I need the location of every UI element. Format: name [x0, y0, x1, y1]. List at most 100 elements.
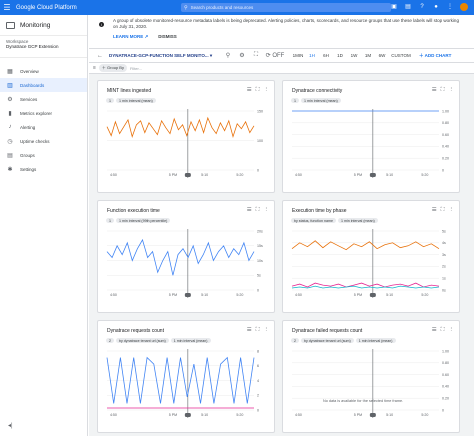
- range-6h[interactable]: 6H: [319, 53, 333, 58]
- range-1w[interactable]: 1W: [347, 53, 361, 58]
- chart-svg: 8 6 4 2 0 4:50 5 PM 5:10 5:20: [106, 349, 259, 418]
- sidebar-item-label: Uptime checks: [20, 138, 50, 144]
- y-tick-label: 3s: [442, 253, 446, 257]
- dashboard-name-dropdown[interactable]: DYNATRACE-GCP-FUNCTION SELF MONITO... ▾: [109, 53, 221, 59]
- filter-icon[interactable]: ≡: [93, 65, 96, 71]
- avatar[interactable]: [460, 3, 468, 11]
- x-tick-label: 5:10: [201, 173, 208, 177]
- add-chart-button[interactable]: ＋ ADD CHART: [419, 53, 451, 59]
- sidebar-item-services[interactable]: ⚙ Services: [0, 92, 87, 106]
- y-tick-label: 0: [442, 168, 444, 172]
- range-6w[interactable]: 6W: [375, 53, 389, 58]
- workspace-name: Dynatrace GCP Extension: [6, 44, 59, 49]
- y-tick-label: 0: [257, 168, 259, 172]
- x-tick-label: 5 PM: [354, 413, 362, 417]
- series-line-0: [106, 116, 255, 139]
- sidebar-item-overview[interactable]: ▦ Overview: [0, 64, 87, 78]
- learn-more-link[interactable]: LEARN MORE ↗: [113, 34, 148, 40]
- y-tick-label: 0: [257, 408, 259, 412]
- range-1d[interactable]: 1D: [333, 53, 347, 58]
- y-tick-label: 0.20: [442, 157, 449, 161]
- workspace-selector[interactable]: Workspace Dynatrace GCP Extension: [0, 36, 87, 58]
- y-tick-label: 20s: [257, 229, 263, 233]
- sidebar-item-label: Services: [20, 96, 38, 102]
- main-content: i A group of obsolete monitored-resource…: [89, 15, 474, 436]
- dismiss-button[interactable]: DISMISS: [158, 34, 177, 40]
- filter-input[interactable]: Filter...: [130, 66, 142, 71]
- hamburger-menu-icon[interactable]: ☰: [0, 0, 14, 15]
- x-tick-label: 5 PM: [169, 413, 177, 417]
- y-tick-label: 2s: [442, 265, 446, 269]
- notifications-icon[interactable]: ●: [432, 3, 440, 11]
- help-icon[interactable]: ?: [418, 3, 426, 11]
- filter-bar: ≡ ＋ Group By Filter...: [89, 63, 474, 74]
- x-tick-label: 5 PM: [354, 293, 362, 297]
- chart-card: MINT lines ingested ☰ ⛶ ⋮ 1 1 min interval (m…: [97, 80, 275, 193]
- chart-card: Dynatrace requests count ☰ ⛶ ⋮ 2 by dynatrace…: [97, 320, 275, 433]
- gift-icon[interactable]: ▣: [390, 3, 398, 11]
- chart-card: Execution time by phase ☰ ⛶ ⋮ by status, fun…: [282, 200, 460, 313]
- series-line-0: [106, 238, 255, 276]
- x-tick-label: 4:50: [295, 173, 302, 177]
- banner-text: A group of obsolete monitored-resource m…: [113, 18, 459, 29]
- time-brush-handle: [184, 413, 191, 417]
- y-tick-label: 0.80: [442, 121, 449, 125]
- x-tick-label: 5:20: [236, 173, 243, 177]
- x-tick-label: 5:20: [236, 413, 243, 417]
- chart-card: Dynatrace failed requests count ☰ ⛶ ⋮ 2 by dy…: [282, 320, 460, 433]
- dashboard-toolbar: ← DYNATRACE-GCP-FUNCTION SELF MONITO... …: [89, 49, 474, 63]
- x-tick-label: 4:50: [110, 413, 117, 417]
- auto-refresh-icon[interactable]: ⟳ OFF: [263, 52, 287, 59]
- range-1m[interactable]: 1M: [361, 53, 375, 58]
- sidebar-item-label: Alerting: [20, 124, 36, 130]
- sidebar-item-uptime-checks[interactable]: ◷ Uptime checks: [0, 134, 87, 148]
- top-bar: ☰ Google Cloud Platform ⚲ Search product…: [0, 0, 474, 15]
- range-custom[interactable]: CUSTOM: [389, 53, 413, 58]
- x-tick-label: 4:50: [110, 173, 117, 177]
- deprecation-banner: i A group of obsolete monitored-resource…: [89, 15, 474, 49]
- y-tick-label: 100: [257, 139, 263, 143]
- range-1h[interactable]: 1H: [305, 53, 319, 58]
- sidebar-item-metrics-explorer[interactable]: ▮ Metrics explorer: [0, 106, 87, 120]
- sidebar-item-groups[interactable]: ▤ Groups: [0, 148, 87, 162]
- y-tick-label: 0: [257, 288, 259, 292]
- y-tick-label: 0s: [442, 288, 446, 292]
- sidebar-header: Monitoring: [0, 15, 87, 36]
- x-tick-label: 5:10: [386, 293, 393, 297]
- time-brush-handle: [369, 173, 376, 177]
- sidebar-item-settings[interactable]: ✱ Settings: [0, 162, 87, 176]
- chart-svg: 1.00 0.80 0.60 0.40 0.20 0 4:50 5 PM 5:10 5:20: [292, 109, 449, 178]
- time-brush-handle: [369, 293, 376, 297]
- sidebar-title: Monitoring: [20, 21, 51, 29]
- y-tick-label: 5s: [257, 274, 261, 278]
- chart-card: Function execution time ☰ ⛶ ⋮ 1 1 min interva…: [97, 200, 275, 313]
- bar-chart-icon: ▮: [8, 110, 12, 117]
- groups-icon: ▤: [7, 152, 13, 159]
- search-bar[interactable]: ⚲ Search products and resources: [181, 3, 391, 12]
- series-line-0: [291, 240, 440, 251]
- fullscreen-icon[interactable]: ⛶: [249, 52, 263, 59]
- x-tick-label: 5 PM: [169, 173, 177, 177]
- y-tick-label: 0: [442, 408, 444, 412]
- x-tick-label: 5:20: [421, 293, 428, 297]
- group-by-chip[interactable]: ＋ Group By: [98, 64, 127, 72]
- cloud-shell-icon[interactable]: ▤: [404, 3, 412, 11]
- series-line-2: [291, 285, 440, 289]
- search-icon: ⚲: [184, 4, 188, 11]
- sidebar-item-dashboards[interactable]: ▥ Dashboards: [0, 78, 87, 92]
- settings-icon[interactable]: ⚙: [235, 52, 249, 59]
- collapse-sidebar-icon[interactable]: ◂|: [8, 422, 13, 429]
- range-1min[interactable]: 1MIN: [291, 53, 305, 58]
- time-brush-handle: [184, 293, 191, 297]
- search-icon[interactable]: ⚲: [221, 52, 235, 59]
- y-tick-label: 0.40: [442, 145, 449, 149]
- chart-svg: 20s 15s 10s 5s 0 4:50 5 PM 5:10 5:20: [106, 229, 263, 298]
- sidebar-item-label: Settings: [20, 166, 37, 172]
- y-tick-label: 1s: [442, 277, 446, 281]
- sidebar-item-alerting[interactable]: ♪ Alerting: [0, 120, 87, 134]
- more-vert-icon[interactable]: ⋮: [446, 3, 454, 11]
- gear-icon: ✱: [7, 166, 13, 173]
- back-arrow-icon[interactable]: ←: [97, 53, 103, 59]
- services-icon: ⚙: [7, 96, 13, 103]
- chart-svg: 150 100 0 4:50 5 PM 5:10 5:20: [106, 109, 263, 178]
